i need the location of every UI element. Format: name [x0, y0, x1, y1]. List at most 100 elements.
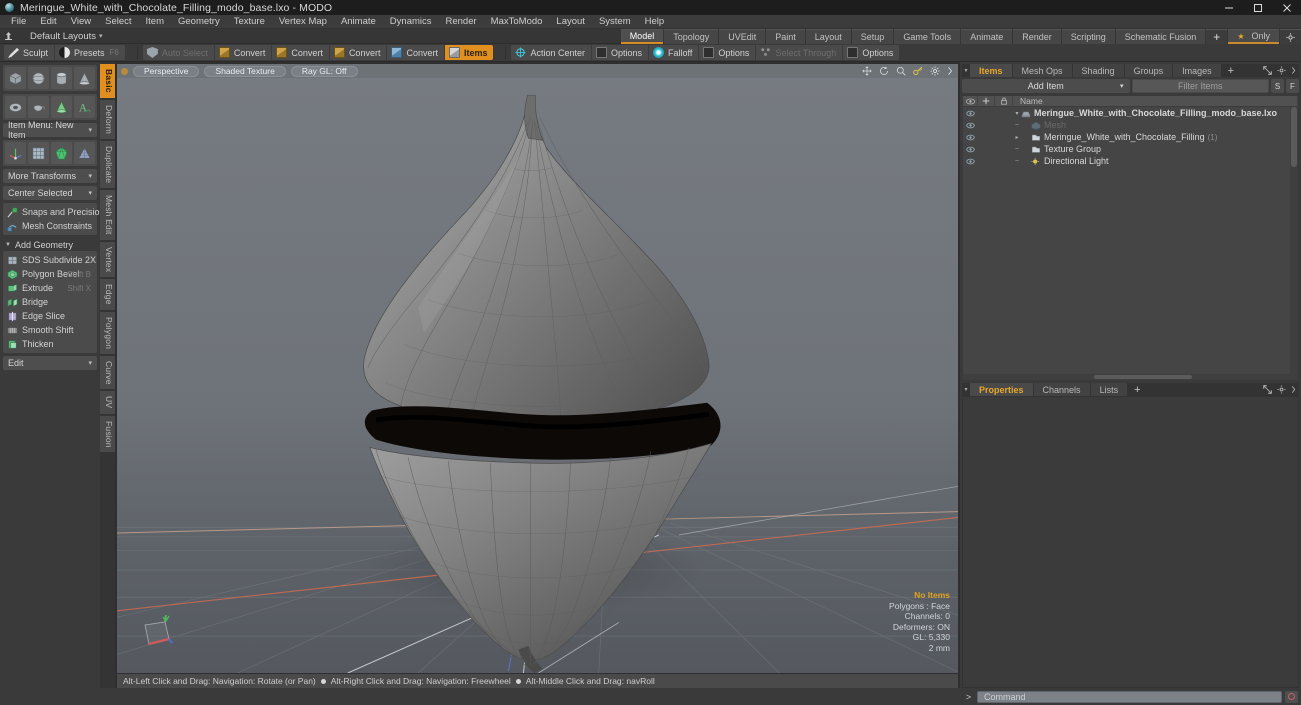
viewport-projection-button[interactable]: Perspective — [133, 65, 200, 77]
layout-gear-button[interactable] — [1280, 29, 1301, 44]
teapot-tool-icon[interactable] — [28, 96, 49, 118]
more-transforms-dropdown[interactable]: More Transforms ▾ — [3, 169, 97, 183]
expand-icon[interactable] — [1263, 66, 1272, 75]
chevron-right-icon[interactable] — [1291, 66, 1296, 75]
op-edge-slice[interactable]: Edge Slice — [5, 309, 95, 323]
move-view-icon[interactable] — [862, 66, 872, 76]
expand-icon[interactable] — [1263, 385, 1272, 394]
gear-icon[interactable] — [1277, 385, 1286, 394]
viewport-menu-dot[interactable] — [121, 67, 128, 75]
panel-tab-items[interactable]: Items — [970, 64, 1012, 77]
tree-item-scene[interactable]: Meringue_White_with_Chocolate_Filling_mo… — [1021, 108, 1277, 118]
vtab-polygon[interactable]: Polygon — [100, 311, 115, 354]
close-button[interactable] — [1272, 0, 1301, 15]
panel-add-tab-button[interactable]: + — [1222, 64, 1240, 77]
cone-tool-icon[interactable] — [74, 67, 95, 89]
chevron-right-icon[interactable] — [1291, 385, 1296, 394]
menu-system[interactable]: System — [592, 15, 638, 29]
tree-row-mesh[interactable]: – Mesh — [963, 119, 1298, 131]
visibility-toggle[interactable] — [963, 134, 978, 141]
panel-menu-icon[interactable]: ▾ — [962, 64, 970, 77]
vtab-duplicate[interactable]: Duplicate — [100, 140, 115, 189]
action-center-button[interactable]: Action Center — [511, 45, 593, 60]
column-lock[interactable] — [995, 96, 1013, 107]
tree-item-meringue-mesh[interactable]: Meringue_White_with_Chocolate_Filling (1… — [1021, 132, 1217, 142]
gem-tool-icon[interactable] — [51, 142, 72, 164]
sculpt-button[interactable]: Sculpt — [4, 45, 56, 60]
default-layouts-label[interactable]: Default Layouts — [30, 31, 96, 42]
op-bridge[interactable]: Bridge — [5, 295, 95, 309]
cube-tool-icon[interactable] — [5, 67, 26, 89]
menu-layout[interactable]: Layout — [549, 15, 592, 29]
tree-item-directional-light[interactable]: Directional Light — [1021, 156, 1109, 166]
text-tool-icon[interactable]: A — [74, 96, 95, 118]
disclosure-triangle[interactable]: ▾ — [1013, 110, 1021, 117]
convert-vertex-button[interactable]: Convert — [214, 45, 273, 60]
gear-icon[interactable] — [1277, 66, 1286, 75]
tree-item-texture-group[interactable]: Texture Group — [1021, 144, 1101, 154]
capsule-tool-icon[interactable] — [51, 96, 72, 118]
tree-row-scene[interactable]: ▾ Meringue_White_with_Chocolate_Filling_… — [963, 107, 1298, 119]
panel-tab-groups[interactable]: Groups — [1124, 64, 1173, 77]
layout-tab-setup[interactable]: Setup — [851, 29, 894, 44]
properties-tab-channels[interactable]: Channels — [1033, 383, 1090, 396]
visibility-toggle[interactable] — [963, 122, 978, 129]
menu-animate[interactable]: Animate — [334, 15, 383, 29]
panel-tab-images[interactable]: Images — [1173, 64, 1221, 77]
vtab-mesh-edit[interactable]: Mesh Edit — [100, 190, 115, 240]
menu-render[interactable]: Render — [439, 15, 484, 29]
vtab-uv[interactable]: UV — [100, 391, 115, 414]
vtab-deform[interactable]: Deform — [100, 99, 115, 139]
menu-geometry[interactable]: Geometry — [171, 15, 227, 29]
menu-dynamics[interactable]: Dynamics — [383, 15, 439, 29]
layout-tab-layout[interactable]: Layout — [805, 29, 851, 44]
filter-f-button[interactable]: F — [1286, 79, 1299, 93]
layout-tab-topology[interactable]: Topology — [664, 29, 719, 44]
layout-tab-game-tools[interactable]: Game Tools — [894, 29, 961, 44]
filter-items-input[interactable]: Filter Items — [1131, 79, 1269, 93]
anchor-icon[interactable] — [0, 31, 16, 42]
properties-tab-properties[interactable]: Properties — [970, 383, 1033, 396]
command-record-button[interactable] — [1285, 690, 1298, 703]
vtab-basic[interactable]: Basic — [100, 64, 115, 98]
column-name[interactable]: Name — [1013, 96, 1298, 107]
tree-row-directional-light[interactable]: – Directional Light — [963, 155, 1298, 167]
vtab-edge[interactable]: Edge — [100, 278, 115, 310]
op-extrude[interactable]: Extrude Shift X — [5, 281, 95, 295]
layout-tab-model[interactable]: Model — [620, 29, 664, 44]
add-layout-tab-button[interactable]: + — [1206, 29, 1228, 44]
gear-icon[interactable] — [930, 66, 940, 76]
falloff-button[interactable]: Falloff — [649, 45, 700, 60]
panel-tab-shading[interactable]: Shading — [1072, 64, 1124, 77]
layout-tab-scripting[interactable]: Scripting — [1061, 29, 1115, 44]
column-add[interactable] — [978, 96, 995, 107]
key-icon[interactable] — [913, 66, 923, 76]
add-item-dropdown[interactable]: Add Item ▾ — [962, 79, 1130, 93]
op-smooth-shift[interactable]: Smooth Shift — [5, 323, 95, 337]
torus-tool-icon[interactable] — [5, 96, 26, 118]
maximize-button[interactable] — [1243, 0, 1272, 15]
layout-tab-paint[interactable]: Paint — [766, 29, 805, 44]
op-thicken[interactable]: Thicken — [5, 337, 95, 351]
layout-tab-render[interactable]: Render — [1013, 29, 1061, 44]
tree-row-texture-group[interactable]: – Texture Group — [963, 143, 1298, 155]
menu-maxtomodo[interactable]: MaxToModo — [484, 15, 550, 29]
panel-tab-mesh-ops[interactable]: Mesh Ops — [1012, 64, 1072, 77]
zoom-view-icon[interactable] — [896, 66, 906, 76]
column-visibility[interactable] — [963, 96, 978, 107]
select-through-options-button[interactable]: Options — [843, 45, 900, 60]
visibility-toggle[interactable] — [963, 158, 978, 165]
vtab-fusion[interactable]: Fusion — [100, 415, 115, 453]
menu-texture[interactable]: Texture — [227, 15, 272, 29]
tree-row-mesh-layer[interactable]: ▸ Meringue_White_with_Chocolate_Filling … — [963, 131, 1298, 143]
menu-item[interactable]: Item — [139, 15, 171, 29]
vtab-vertex[interactable]: Vertex — [100, 241, 115, 277]
snaps-and-precision-item[interactable]: Snaps and Precision — [5, 205, 100, 219]
item-menu-dropdown[interactable]: Item Menu: New Item ▾ — [3, 120, 97, 140]
command-input[interactable]: Command — [977, 690, 1282, 703]
vtab-curve[interactable]: Curve — [100, 355, 115, 390]
add-geometry-header[interactable]: ▼ Add Geometry — [3, 238, 97, 251]
tree-item-mesh[interactable]: Mesh — [1021, 120, 1066, 130]
convert-polygon-button[interactable]: Convert — [329, 45, 388, 60]
cylinder-tool-icon[interactable] — [51, 67, 72, 89]
